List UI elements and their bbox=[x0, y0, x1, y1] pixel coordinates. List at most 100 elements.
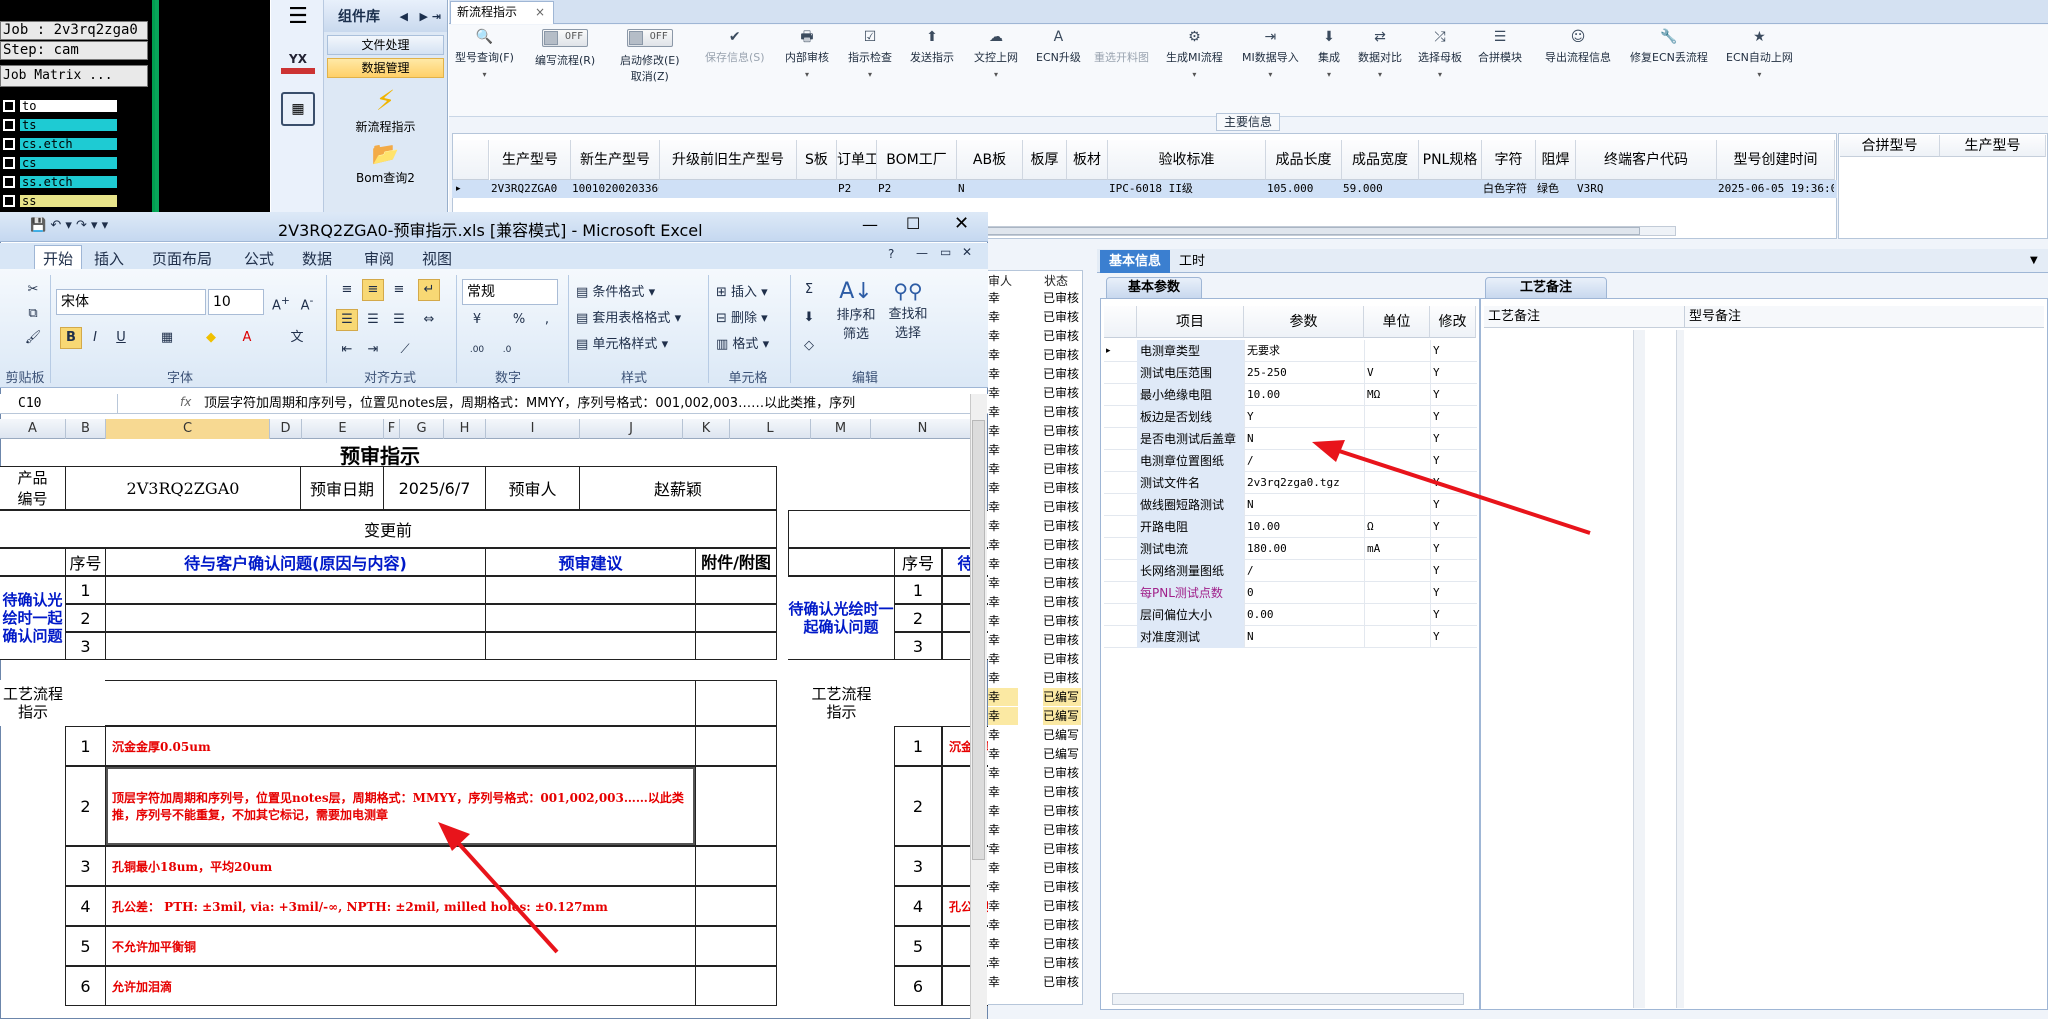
grid-cell[interactable]: P2 bbox=[836, 180, 876, 198]
chevron-down-icon[interactable]: ▾ bbox=[1166, 65, 1223, 85]
column-header[interactable]: E bbox=[302, 419, 384, 439]
process-cell[interactable]: 孔铜最小18um，平均20um bbox=[105, 846, 696, 886]
close-icon[interactable]: × bbox=[535, 5, 545, 19]
right-seq-cell[interactable]: 2 bbox=[894, 766, 942, 846]
toolbar-button[interactable]: 🖶 内部审核 ▾ bbox=[785, 29, 829, 99]
toolbar-button[interactable]: ⬇ 集成 ▾ bbox=[1318, 29, 1340, 99]
param-value[interactable]: 10.00 bbox=[1244, 516, 1364, 538]
toolbar-button[interactable]: A ECN升级 bbox=[1036, 29, 1081, 99]
seq-cell[interactable]: 5 bbox=[65, 926, 106, 966]
status-value[interactable]: 已审核 bbox=[1043, 536, 1081, 554]
layer-checkbox[interactable] bbox=[3, 156, 15, 169]
toolbar-button[interactable]: 重选开料图 bbox=[1094, 29, 1149, 99]
grid-cell[interactable]: 105.000 bbox=[1265, 180, 1341, 198]
suggest-header[interactable]: 预审建议 bbox=[485, 548, 696, 576]
column-header[interactable]: N bbox=[871, 419, 975, 439]
ribbon-tab-5[interactable]: 审阅 bbox=[364, 248, 394, 269]
process-cell[interactable]: 沉金金厚0.05um bbox=[105, 726, 696, 766]
new-flow-item[interactable]: ⚡ 新流程指示 bbox=[324, 84, 447, 135]
layer-row[interactable]: ss bbox=[0, 193, 118, 208]
toolbar-button[interactable]: ⤮ 选择母板 ▾ bbox=[1418, 29, 1462, 99]
name-box[interactable]: C10 bbox=[0, 394, 118, 413]
param-value[interactable]: / bbox=[1244, 450, 1364, 472]
fill-icon[interactable]: ⬇ bbox=[798, 307, 820, 329]
chevron-down-icon[interactable]: ▾ bbox=[1418, 65, 1462, 85]
column-header[interactable]: I bbox=[486, 419, 580, 439]
status-value[interactable]: 已审核 bbox=[1043, 669, 1081, 687]
column-header[interactable]: B bbox=[66, 419, 106, 439]
status-value[interactable]: 已审核 bbox=[1043, 916, 1081, 934]
column-header[interactable]: M bbox=[811, 419, 871, 439]
italic-icon[interactable]: I bbox=[84, 327, 106, 349]
toolbar-button[interactable]: 🔧 修复ECN丢流程 bbox=[1630, 29, 1708, 99]
status-value[interactable]: 已审核 bbox=[1043, 422, 1081, 440]
grid-cell[interactable]: P2 bbox=[876, 180, 956, 198]
param-column-header[interactable]: 单位 bbox=[1364, 306, 1430, 338]
param-value[interactable]: N bbox=[1244, 626, 1364, 648]
function-icon[interactable]: fx bbox=[180, 395, 191, 409]
tab-new-flow[interactable]: 新流程指示 × bbox=[450, 1, 554, 24]
column-header[interactable]: D bbox=[270, 419, 302, 439]
phonetic-icon[interactable]: 文 bbox=[286, 327, 308, 349]
ribbon-close-icon[interactable]: ✕ bbox=[962, 245, 972, 259]
param-value[interactable]: 无要求 bbox=[1244, 340, 1364, 362]
status-value[interactable]: 已审核 bbox=[1043, 479, 1081, 497]
seq-cell[interactable]: 1 bbox=[65, 726, 106, 766]
fill-color-icon[interactable]: ◆ bbox=[200, 327, 222, 349]
tab-craft-notes[interactable]: 工艺备注 bbox=[1485, 277, 1607, 299]
minimize-icon[interactable]: — bbox=[862, 215, 878, 234]
right-seq-cell[interactable]: 6 bbox=[894, 966, 942, 1006]
seq-cell[interactable]: 3 bbox=[65, 846, 106, 886]
param-row[interactable]: 做线圈短路测试 N Y bbox=[1104, 494, 1477, 516]
chevron-down-icon[interactable]: ▾ bbox=[1242, 65, 1299, 85]
align-middle-icon[interactable]: ≡ bbox=[362, 279, 384, 301]
column-header[interactable]: C bbox=[106, 419, 270, 439]
toolbar-button[interactable]: OFF 启动修改(E) 取消(Z) bbox=[620, 29, 680, 99]
align-right-icon[interactable]: ☰ bbox=[388, 309, 410, 331]
panel-nav-icon[interactable]: ◀ ▶︎ ⇥ bbox=[400, 10, 441, 23]
insert-cells-button[interactable]: ⊞ 插入 ▾ bbox=[716, 281, 768, 300]
formula-input[interactable]: 顶层字符加周期和序列号，位置见notes层，周期格式：MMYY，序列号格式：00… bbox=[204, 394, 954, 413]
grid-column-header[interactable]: 生产型号 bbox=[490, 140, 571, 180]
status-value[interactable]: 已审核 bbox=[1043, 897, 1081, 915]
cut-icon[interactable]: ✂ bbox=[22, 279, 44, 301]
status-value[interactable]: 已审核 bbox=[1043, 973, 1081, 991]
shrink-font-icon[interactable]: A- bbox=[296, 290, 318, 313]
ribbon-tab-0[interactable]: 开始 bbox=[34, 245, 83, 271]
toolbar-button[interactable]: ⇄ 数据对比 ▾ bbox=[1358, 29, 1402, 99]
param-modify[interactable]: Y bbox=[1430, 582, 1477, 604]
grid-column-header[interactable]: 订单工厂 bbox=[837, 140, 877, 180]
yx-icon[interactable]: YX bbox=[281, 52, 315, 80]
status-value[interactable]: 已审核 bbox=[1043, 289, 1081, 307]
ribbon-restore-icon[interactable]: ▭ bbox=[940, 245, 951, 259]
seq-header[interactable]: 序号 bbox=[65, 548, 106, 576]
right-seq-cell[interactable]: 1 bbox=[894, 726, 942, 766]
param-column-header[interactable]: 修改 bbox=[1430, 306, 1476, 338]
param-modify[interactable]: Y bbox=[1430, 560, 1477, 582]
param-row[interactable]: 对准度测试 N Y bbox=[1104, 626, 1477, 648]
grid-column-header[interactable]: 新生产型号 bbox=[571, 140, 660, 180]
question-cell[interactable] bbox=[105, 576, 486, 604]
status-value[interactable]: 已审核 bbox=[1043, 878, 1081, 896]
left-blank[interactable] bbox=[0, 548, 66, 576]
status-value[interactable]: 已审核 bbox=[1043, 403, 1081, 421]
process-blank[interactable] bbox=[105, 680, 696, 726]
param-value[interactable]: / bbox=[1244, 560, 1364, 582]
layer-checkbox[interactable] bbox=[3, 137, 15, 150]
status-value[interactable]: 已审核 bbox=[1043, 384, 1081, 402]
toolbar-button[interactable]: ☁ 文控上网 ▾ bbox=[974, 29, 1018, 99]
suggest-cell[interactable] bbox=[485, 576, 696, 604]
param-row[interactable]: 测试文件名 2v3rq2zga0.tgz Y bbox=[1104, 472, 1477, 494]
param-row[interactable]: 层间偏位大小 0.00 Y bbox=[1104, 604, 1477, 626]
param-value[interactable]: 180.00 bbox=[1244, 538, 1364, 560]
grid-column-header[interactable]: S板 bbox=[797, 140, 837, 180]
param-row[interactable]: 是否电测试后盖章 N Y bbox=[1104, 428, 1477, 450]
toolbar-button[interactable]: ⬆ 发送指示 bbox=[910, 29, 954, 99]
status-value[interactable]: 已审核 bbox=[1043, 460, 1081, 478]
status-value[interactable]: 已审核 bbox=[1043, 954, 1081, 972]
layer-checkbox[interactable] bbox=[3, 175, 15, 188]
ribbon-tab-1[interactable]: 插入 bbox=[94, 248, 124, 269]
decrease-decimal-icon[interactable]: .0 bbox=[496, 339, 518, 361]
grid-column-header[interactable]: 成品宽度 bbox=[1342, 140, 1419, 180]
copy-icon[interactable]: ⧉ bbox=[22, 303, 44, 325]
